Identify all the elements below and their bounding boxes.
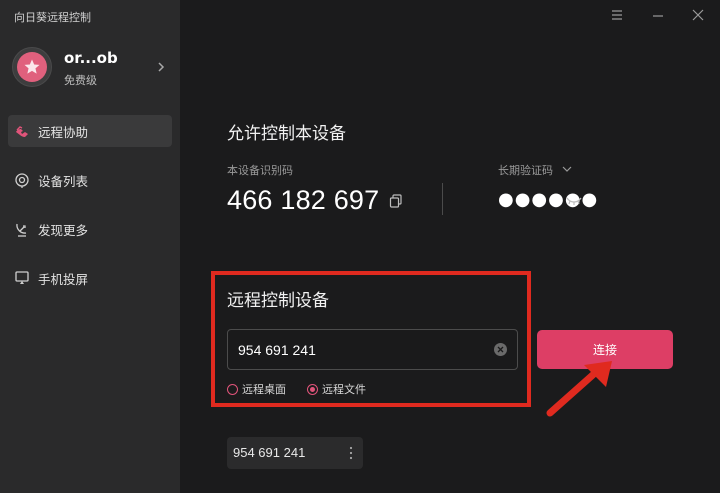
radio-unchecked-icon — [227, 383, 238, 395]
chevron-right-icon — [158, 62, 165, 72]
remote-assist-icon — [14, 123, 30, 139]
radio-label: 远程文件 — [322, 383, 366, 396]
app-title: 向日葵远程控制 — [14, 11, 91, 24]
close-icon[interactable] — [691, 8, 705, 22]
radio-checked-icon — [307, 383, 318, 395]
sidebar-item-screen-cast[interactable]: 手机投屏 — [8, 262, 172, 294]
remote-control-title: 远程控制设备 — [227, 291, 329, 311]
device-id: 466 182 697 — [227, 185, 380, 215]
profile-card[interactable]: or...ob 免费级 — [10, 43, 170, 91]
clear-icon[interactable] — [494, 343, 507, 356]
divider — [442, 183, 443, 215]
sidebar-item-device-list[interactable]: 设备列表 — [8, 164, 172, 196]
sidebar: 向日葵远程控制 or...ob 免费级 远程协助 设备列表 发现更多 手机投屏 — [0, 0, 180, 493]
app-window: 向日葵远程控制 or...ob 免费级 远程协助 设备列表 发现更多 手机投屏 … — [0, 0, 720, 493]
chevron-down-icon[interactable] — [562, 164, 572, 174]
sidebar-item-label: 发现更多 — [38, 222, 89, 238]
minimize-icon[interactable] — [651, 8, 665, 22]
radio-remote-desktop[interactable]: 远程桌面 — [227, 381, 286, 397]
partner-id-field — [227, 329, 518, 370]
copy-icon[interactable] — [389, 194, 403, 208]
sidebar-nav: 远程协助 设备列表 发现更多 手机投屏 — [8, 115, 172, 311]
device-id-label: 本设备识别码 — [227, 164, 293, 177]
arrow-annotation-icon — [546, 361, 612, 417]
device-list-icon — [14, 172, 30, 188]
sidebar-item-discover[interactable]: 发现更多 — [8, 213, 172, 245]
verification-code-label[interactable]: 长期验证码 — [498, 162, 553, 178]
username: or...ob — [64, 49, 118, 67]
allow-control-title: 允许控制本设备 — [227, 124, 346, 144]
sidebar-item-label: 远程协助 — [38, 124, 89, 140]
partner-id-input[interactable] — [238, 330, 488, 369]
more-vertical-icon[interactable] — [348, 446, 354, 460]
recent-connection[interactable]: 954 691 241 — [227, 437, 363, 469]
radio-remote-file[interactable]: 远程文件 — [307, 381, 366, 397]
star-icon — [24, 59, 40, 74]
menu-icon[interactable] — [610, 8, 624, 22]
eye-closed-icon[interactable] — [566, 196, 582, 206]
verification-code: ●●●●●● — [498, 189, 599, 210]
sidebar-item-label: 手机投屏 — [38, 271, 89, 287]
radio-label: 远程桌面 — [242, 383, 286, 396]
account-tier: 免费级 — [64, 74, 97, 87]
sidebar-item-label: 设备列表 — [38, 173, 89, 189]
sidebar-item-remote-assist[interactable]: 远程协助 — [8, 115, 172, 147]
discover-icon — [14, 221, 30, 237]
screen-cast-icon — [14, 270, 30, 286]
recent-device-id: 954 691 241 — [233, 445, 306, 460]
avatar — [12, 47, 52, 87]
